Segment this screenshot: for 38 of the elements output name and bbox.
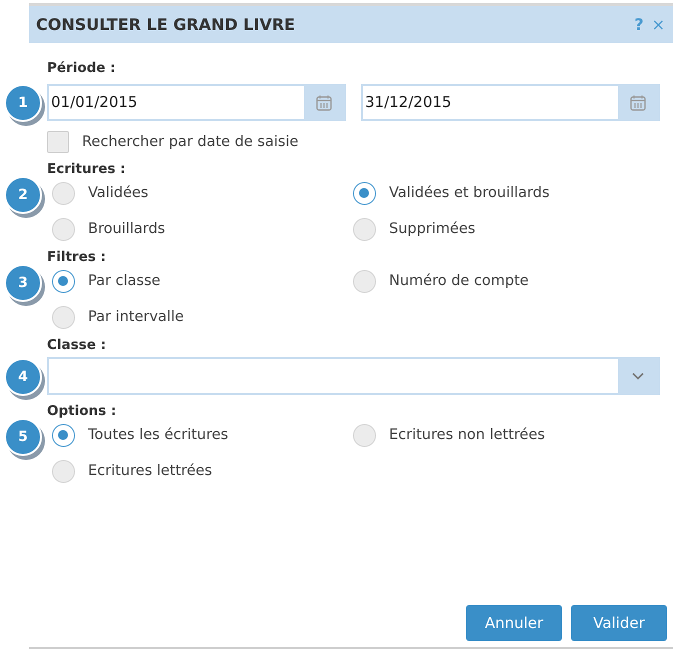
submit-button[interactable]: Valider bbox=[571, 605, 667, 641]
help-button[interactable]: ? bbox=[632, 15, 646, 34]
radio-button[interactable] bbox=[52, 218, 75, 240]
date-field[interactable]: 31/12/2015 bbox=[361, 84, 660, 121]
radio-label: Par classe bbox=[88, 273, 160, 289]
section-label: Filtres : bbox=[47, 249, 107, 265]
radio-button[interactable] bbox=[52, 182, 75, 204]
calendar-icon[interactable] bbox=[629, 94, 647, 112]
class-dropdown[interactable] bbox=[47, 357, 660, 395]
radio-button[interactable] bbox=[353, 218, 376, 240]
chevron-down-icon[interactable] bbox=[632, 372, 644, 380]
checkbox[interactable] bbox=[47, 131, 69, 153]
radio-label: Brouillards bbox=[88, 221, 166, 237]
calendar-icon[interactable] bbox=[315, 94, 333, 112]
radio-label: Ecritures lettrées bbox=[88, 463, 212, 479]
radio-label: Par intervalle bbox=[88, 309, 184, 325]
close-button[interactable]: × bbox=[650, 15, 667, 34]
radio-label: Supprimées bbox=[389, 221, 476, 237]
radio-label: Validées et brouillards bbox=[389, 185, 550, 201]
radio-button[interactable] bbox=[52, 460, 75, 482]
radio-button[interactable] bbox=[52, 270, 75, 292]
section-label: Période : bbox=[47, 60, 117, 76]
section-label: Options : bbox=[47, 403, 118, 419]
date-field[interactable]: 01/01/2015 bbox=[47, 84, 346, 121]
radio-button[interactable] bbox=[52, 424, 75, 446]
dialog-title: CONSULTER LE GRAND LIVRE bbox=[36, 15, 296, 34]
cancel-button[interactable]: Annuler bbox=[466, 605, 562, 641]
checkbox-label: Rechercher par date de saisie bbox=[82, 134, 298, 150]
radio-label: Toutes les écritures bbox=[88, 427, 228, 443]
radio-label: Ecritures non lettrées bbox=[389, 427, 545, 443]
radio-button[interactable] bbox=[52, 306, 75, 328]
section-label: Ecritures : bbox=[47, 161, 127, 177]
radio-button[interactable] bbox=[353, 182, 376, 204]
radio-button[interactable] bbox=[353, 270, 376, 292]
section-label: Classe : bbox=[47, 337, 107, 353]
radio-label: Numéro de compte bbox=[389, 273, 529, 289]
radio-label: Validées bbox=[88, 185, 148, 201]
radio-button[interactable] bbox=[353, 424, 376, 446]
